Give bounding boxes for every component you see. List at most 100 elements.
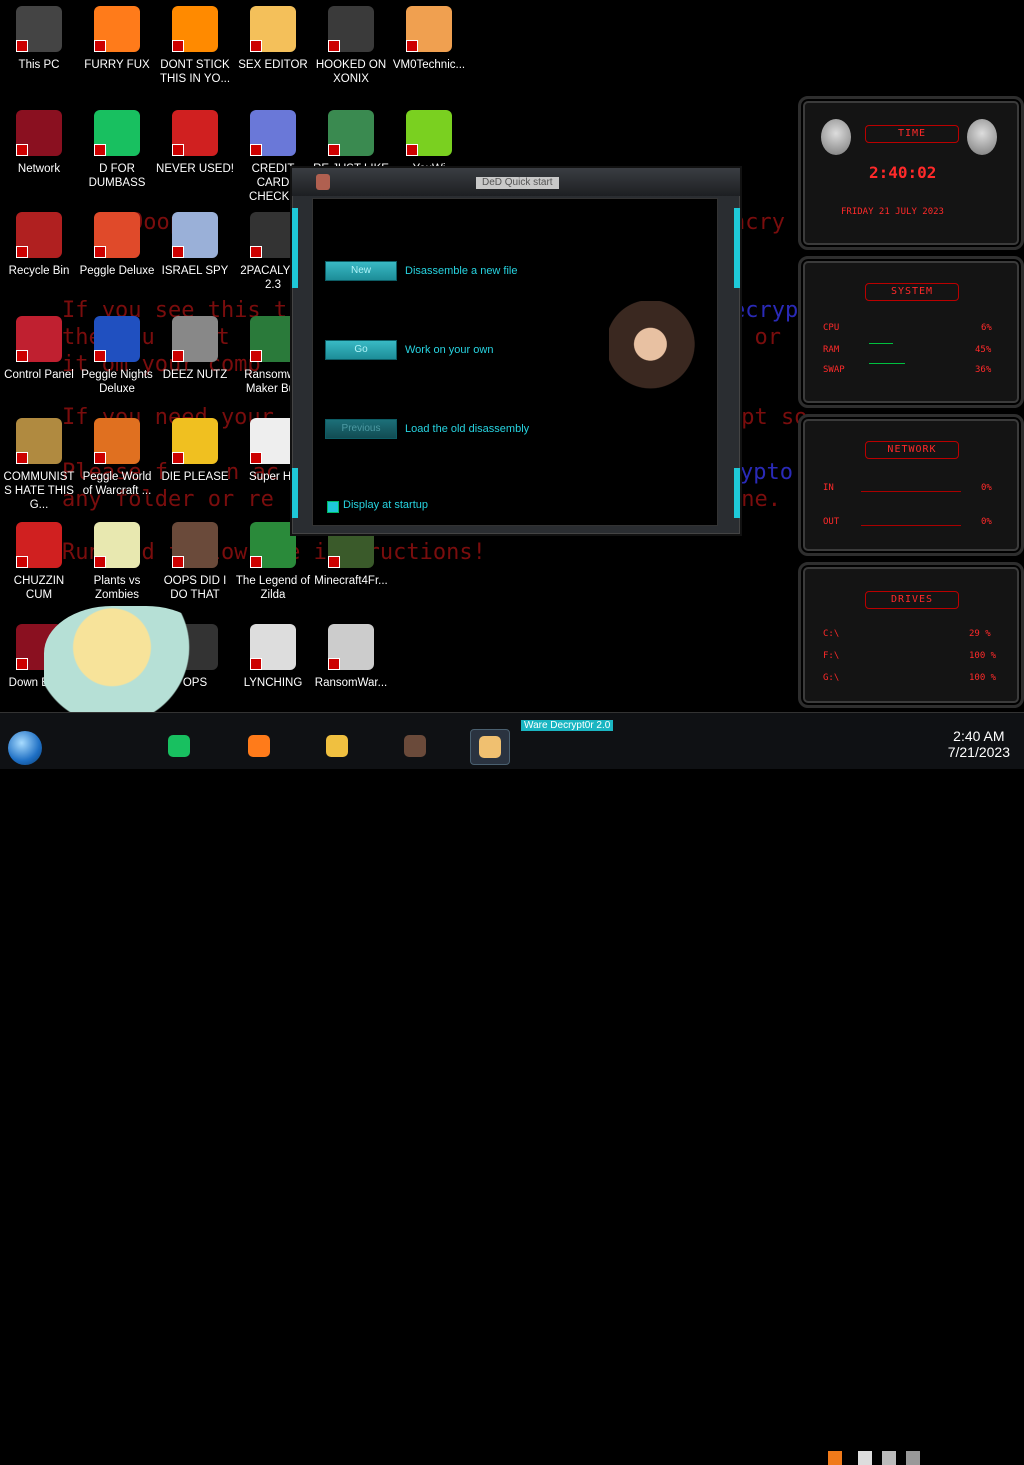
chuzzle-icon — [16, 522, 62, 568]
in-value: 0% — [981, 483, 992, 493]
lime-slice-icon — [406, 110, 452, 156]
taskbar-firefox-button[interactable] — [240, 729, 278, 763]
peggle-icon — [94, 212, 140, 258]
vlc-cone-icon — [172, 6, 218, 52]
shortcut-badge-icon — [250, 350, 262, 362]
display-at-startup-label: Display at startup — [343, 499, 428, 511]
display-at-startup-checkbox[interactable] — [327, 501, 339, 513]
desktop-icon[interactable]: NEVER USED! — [156, 110, 234, 176]
desktop-icon[interactable]: DONT STICK THIS IN YO... — [156, 6, 234, 86]
in-label: IN — [823, 483, 834, 493]
drive-f-value: 100 % — [969, 651, 997, 661]
desktop-icon[interactable]: LYNCHING — [234, 624, 312, 690]
desktop-icon-label: DIE PLEASE — [161, 471, 229, 483]
hex-editor-icon — [250, 6, 296, 52]
cpu-value: 6% — [981, 323, 992, 333]
control-panel-icon — [16, 316, 62, 362]
shortcut-badge-icon — [172, 350, 184, 362]
money-bag-icon — [16, 418, 62, 464]
shortcut-badge-icon — [328, 40, 340, 52]
volume-icon[interactable] — [906, 1451, 920, 1465]
spy-monitor-icon — [172, 212, 218, 258]
desktop-icon[interactable]: DIE PLEASE — [156, 418, 234, 484]
firefox-icon — [248, 735, 270, 757]
flag-icon[interactable] — [858, 1451, 872, 1465]
taskbar — [0, 712, 1024, 1465]
desktop-icon[interactable]: ISRAEL SPY — [156, 212, 234, 278]
shortcut-badge-icon — [94, 350, 106, 362]
swap-value: 36% — [975, 365, 992, 375]
shortcut-badge-icon — [172, 452, 184, 464]
desktop-icon[interactable]: Network — [0, 110, 78, 176]
desktop-icon[interactable]: HOOKED ON XONIX — [312, 6, 390, 86]
desktop-icon-label: VM0Technic... — [392, 59, 466, 71]
quick-start-dialog: DeD Quick start New Disassemble a new fi… — [290, 166, 742, 536]
desktop-icon[interactable]: Peggle Nights Deluxe — [78, 316, 156, 396]
desktop-icon-label: This PC — [18, 59, 60, 71]
portrait-image — [609, 301, 701, 397]
desktop-icon-label: Network — [17, 163, 61, 175]
desktop-icon[interactable]: D FOR DUMBASS — [78, 110, 156, 190]
desktop-icon[interactable]: DEEZ NUTZ — [156, 316, 234, 382]
desktop-icon-label: DEEZ NUTZ — [162, 369, 228, 381]
previous-button[interactable]: Previous — [325, 419, 397, 439]
network-tray-icon[interactable] — [882, 1451, 896, 1465]
shortcut-badge-icon — [16, 350, 28, 362]
new-button[interactable]: New — [325, 261, 397, 281]
devcpp-icon — [172, 110, 218, 156]
taskbar-handshake-button[interactable] — [470, 729, 510, 765]
desktop-icon[interactable]: This PC — [0, 6, 78, 72]
desktop-icon[interactable]: FURRY FUX — [78, 6, 156, 72]
system-widget: SYSTEM CPU 6% RAM 45% SWAP 36% — [798, 256, 1024, 408]
desktop-icon[interactable]: SEX EDITOR — [234, 6, 312, 72]
shortcut-badge-icon — [94, 556, 106, 568]
desktop-icon[interactable]: Peggle Deluxe — [78, 212, 156, 278]
desktop-icon[interactable]: CHUZZIN CUM — [0, 522, 78, 602]
computer-icon — [16, 6, 62, 52]
recycle-bin-icon — [16, 212, 62, 258]
file-explorer-icon — [326, 735, 348, 757]
desktop-icon-label: Minecraft4Fr... — [314, 575, 388, 587]
shortcut-badge-icon — [250, 658, 262, 670]
frame-glow — [292, 208, 298, 288]
desktop-icon-label: SEX EDITOR — [238, 59, 308, 71]
drive-c-label: C:\ — [823, 629, 840, 639]
start-button[interactable] — [8, 731, 42, 765]
taskbar-notes-app-button[interactable] — [160, 729, 198, 763]
noose-icon — [250, 624, 296, 670]
desktop-icon[interactable]: OOPS DID I DO THAT — [156, 522, 234, 602]
desktop-icon[interactable]: RansomWar... — [312, 624, 390, 690]
shortcut-badge-icon — [16, 452, 28, 464]
shortcut-badge-icon — [16, 658, 28, 670]
desktop-icon-label: LYNCHING — [243, 677, 303, 689]
shortcut-badge-icon — [328, 658, 340, 670]
date-value: FRIDAY 21 JULY 2023 — [841, 207, 944, 217]
taskbar-tooltip: Ware Decrypt0r 2.0 — [521, 720, 614, 731]
alienware-network-icon — [16, 110, 62, 156]
previous-description: Load the old disassembly — [405, 423, 530, 435]
time-header: TIME — [865, 125, 959, 143]
desktop-icon[interactable]: Recycle Bin — [0, 212, 78, 278]
desktop-icon[interactable]: Peggle World of Warcraft ... — [78, 418, 156, 498]
desktop-icon[interactable]: VM0Technic... — [390, 6, 468, 72]
desktop-icon[interactable]: Control Panel — [0, 316, 78, 382]
handshake-icon — [479, 736, 501, 758]
desktop-icon-label: COMMUNISTS HATE THIS G... — [3, 471, 75, 511]
desktop-icon[interactable]: COMMUNISTS HATE THIS G... — [0, 418, 78, 512]
taskbar-file-explorer-button[interactable] — [318, 729, 356, 763]
swap-label: SWAP — [823, 365, 845, 375]
taskbar-lady-portrait-button[interactable] — [396, 729, 434, 763]
go-button[interactable]: Go — [325, 340, 397, 360]
tray-app-icon[interactable] — [828, 1451, 842, 1465]
desktop-icon-label: FURRY FUX — [84, 59, 150, 71]
dialog-titlebar[interactable]: DeD Quick start — [292, 168, 740, 196]
shortcut-badge-icon — [250, 452, 262, 464]
desktop-icon-label: DONT STICK THIS IN YO... — [159, 59, 231, 85]
alien-head-icon — [967, 119, 997, 155]
desktop-icon[interactable]: Plants vs Zombies — [78, 522, 156, 602]
shortcut-badge-icon — [172, 40, 184, 52]
taskbar-clock[interactable]: 2:40 AM 7/21/2023 — [948, 728, 1010, 760]
ram-graph — [869, 343, 893, 344]
app-icon — [316, 174, 330, 190]
shortcut-badge-icon — [250, 40, 262, 52]
